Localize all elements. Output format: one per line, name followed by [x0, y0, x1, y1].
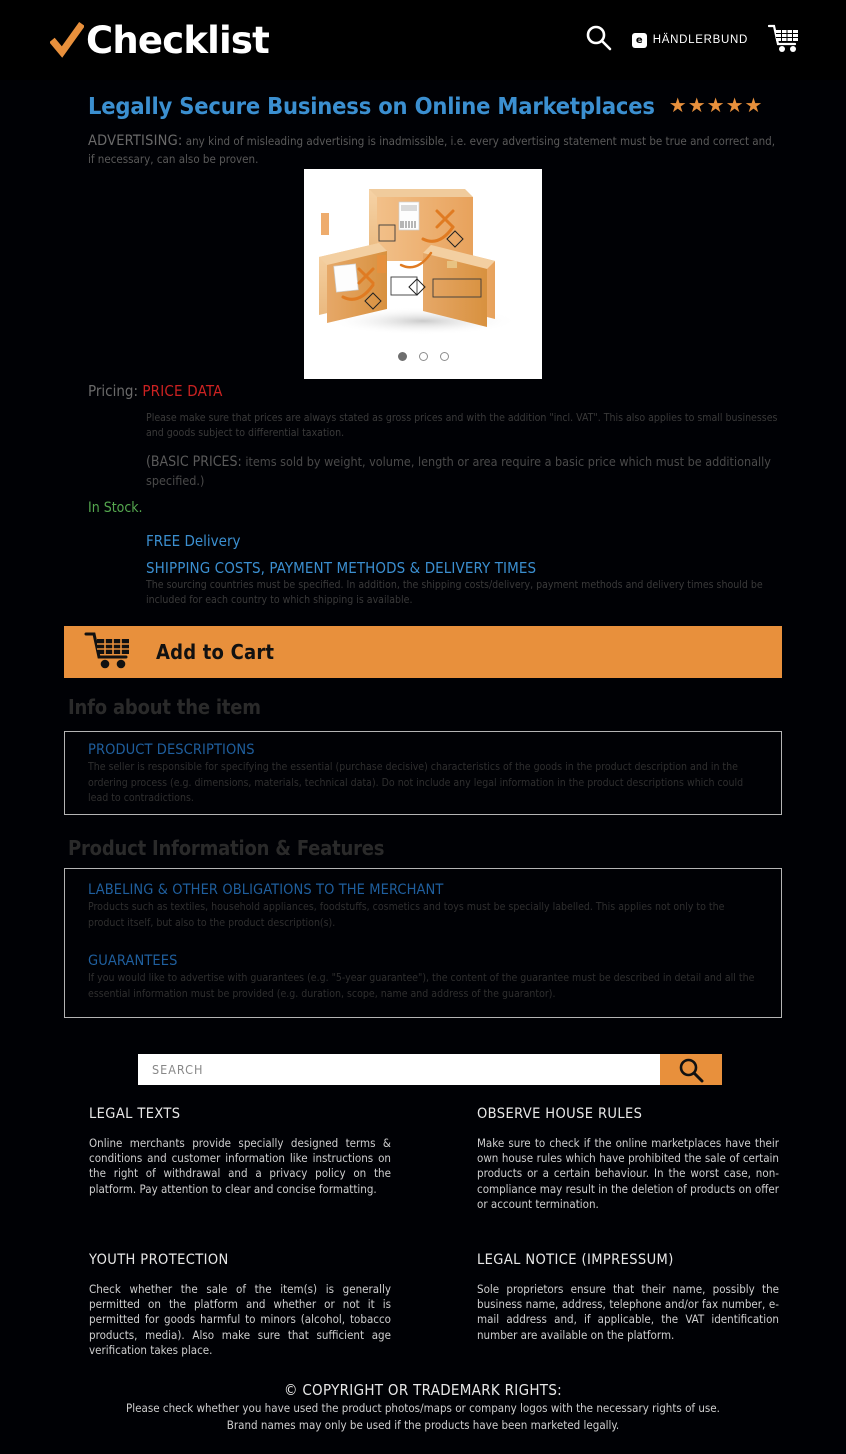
free-delivery-label: FREE Delivery: [146, 532, 241, 550]
carousel-dot-2[interactable]: [418, 352, 428, 361]
shopping-cart-icon: [84, 630, 134, 675]
block-labeling: LABELING & OTHER OBLIGATIONS TO THE MERC…: [88, 882, 760, 931]
price-data-value: PRICE DATA: [142, 382, 223, 400]
tip-body: Make sure to check if the online marketp…: [477, 1136, 779, 1211]
tip-youth-protection: YOUTH PROTECTION Check whether the sale …: [89, 1252, 391, 1358]
haendlerbund-name: HÄNDLERBUND: [652, 34, 748, 46]
page-title: Legally Secure Business on Online Market…: [88, 92, 655, 120]
orange-check-icon: [49, 20, 85, 60]
header-actions: e HÄNDLERBUND: [585, 23, 800, 58]
price-note: Please make sure that prices are always …: [146, 412, 778, 440]
tip-house-rules: OBSERVE HOUSE RULES Make sure to check i…: [477, 1106, 779, 1212]
haendlerbund-badge: e: [631, 32, 647, 48]
block-title: LABELING & OTHER OBLIGATIONS TO THE MERC…: [88, 882, 444, 898]
pricing-row: Pricing: PRICE DATA: [88, 382, 223, 400]
block-product-descriptions: PRODUCT DESCRIPTIONS The seller is respo…: [88, 742, 760, 807]
tip-body: Check whether the sale of the item(s) is…: [89, 1282, 391, 1357]
product-image-boxes: [319, 189, 518, 335]
star-icon: ★: [744, 95, 763, 117]
carousel-dot-3[interactable]: [439, 352, 449, 361]
shipping-heading: SHIPPING COSTS, PAYMENT METHODS & DELIVE…: [146, 559, 537, 577]
tip-body: Online merchants provide specially desig…: [89, 1136, 391, 1196]
stock-status: In Stock.: [88, 500, 143, 516]
carousel-dots[interactable]: [304, 352, 542, 361]
star-icon: ★: [706, 95, 725, 117]
section-heading-features: Product Information & Features: [68, 836, 385, 860]
carousel-dot-1[interactable]: [397, 352, 407, 361]
tip-legal-notice: LEGAL NOTICE (IMPRESSUM) Sole proprietor…: [477, 1252, 779, 1343]
tip-title: LEGAL TEXTS: [89, 1106, 181, 1122]
advertising-text: any kind of misleading advertising is in…: [88, 134, 776, 166]
haendlerbund-logo[interactable]: e HÄNDLERBUND: [631, 32, 748, 48]
block-body: If you would like to advertise with guar…: [88, 972, 755, 1000]
search-icon[interactable]: [585, 24, 612, 56]
pricing-label: Pricing:: [88, 382, 139, 400]
product-gallery[interactable]: [304, 169, 542, 379]
tip-title: YOUTH PROTECTION: [89, 1252, 229, 1268]
tip-body: Sole proprietors ensure that their name,…: [477, 1282, 779, 1342]
star-icon: ★: [687, 95, 706, 117]
block-guarantees: GUARANTEES If you would like to advertis…: [88, 953, 760, 1002]
add-to-cart-button[interactable]: Add to Cart: [64, 626, 782, 678]
brand-logo[interactable]: Checklist: [49, 18, 270, 62]
search-input[interactable]: [138, 1054, 660, 1085]
tip-title: OBSERVE HOUSE RULES: [477, 1106, 643, 1122]
basic-prices-label: (BASIC PRICES:: [146, 454, 242, 470]
block-body: The seller is responsible for specifying…: [88, 761, 744, 805]
block-body: Products such as textiles, household app…: [88, 901, 725, 929]
block-title: GUARANTEES: [88, 953, 178, 969]
footer-title: © COPYRIGHT OR TRADEMARK RIGHTS:: [283, 1381, 563, 1399]
star-icon: ★: [668, 95, 687, 117]
basic-prices-note: (BASIC PRICES: items sold by weight, vol…: [146, 452, 786, 490]
footer-line-1: Please check whether you have used the p…: [126, 1401, 720, 1415]
brand-name: Checklist: [86, 18, 270, 62]
add-to-cart-label: Add to Cart: [156, 640, 275, 664]
advertising-note: ADVERTISING: any kind of misleading adve…: [88, 132, 778, 167]
tip-legal-texts: LEGAL TEXTS Online merchants provide spe…: [89, 1106, 391, 1197]
rating-stars: ★ ★ ★ ★ ★: [669, 96, 763, 116]
checklist-page: Checklist e HÄNDLERBUND Legally Secure B…: [0, 0, 846, 1454]
shipping-body: The sourcing countries must be specified…: [146, 579, 763, 607]
star-icon: ★: [725, 95, 744, 117]
advertising-label: ADVERTISING:: [88, 133, 183, 149]
footer-body: Please check whether you have used the p…: [0, 1400, 846, 1435]
tip-title: LEGAL NOTICE (IMPRESSUM): [477, 1252, 674, 1268]
shopping-cart-icon[interactable]: [767, 23, 800, 58]
section-heading-info: Info about the item: [68, 695, 261, 719]
search-submit-button[interactable]: [660, 1054, 722, 1085]
product-title-row: Legally Secure Business on Online Market…: [88, 92, 788, 120]
footer-line-2: Brand names may only be used if the prod…: [226, 1418, 620, 1433]
site-header: Checklist e HÄNDLERBUND: [0, 0, 846, 80]
block-title: PRODUCT DESCRIPTIONS: [88, 742, 255, 758]
search-bar: [138, 1054, 722, 1085]
search-icon: [679, 1058, 704, 1082]
